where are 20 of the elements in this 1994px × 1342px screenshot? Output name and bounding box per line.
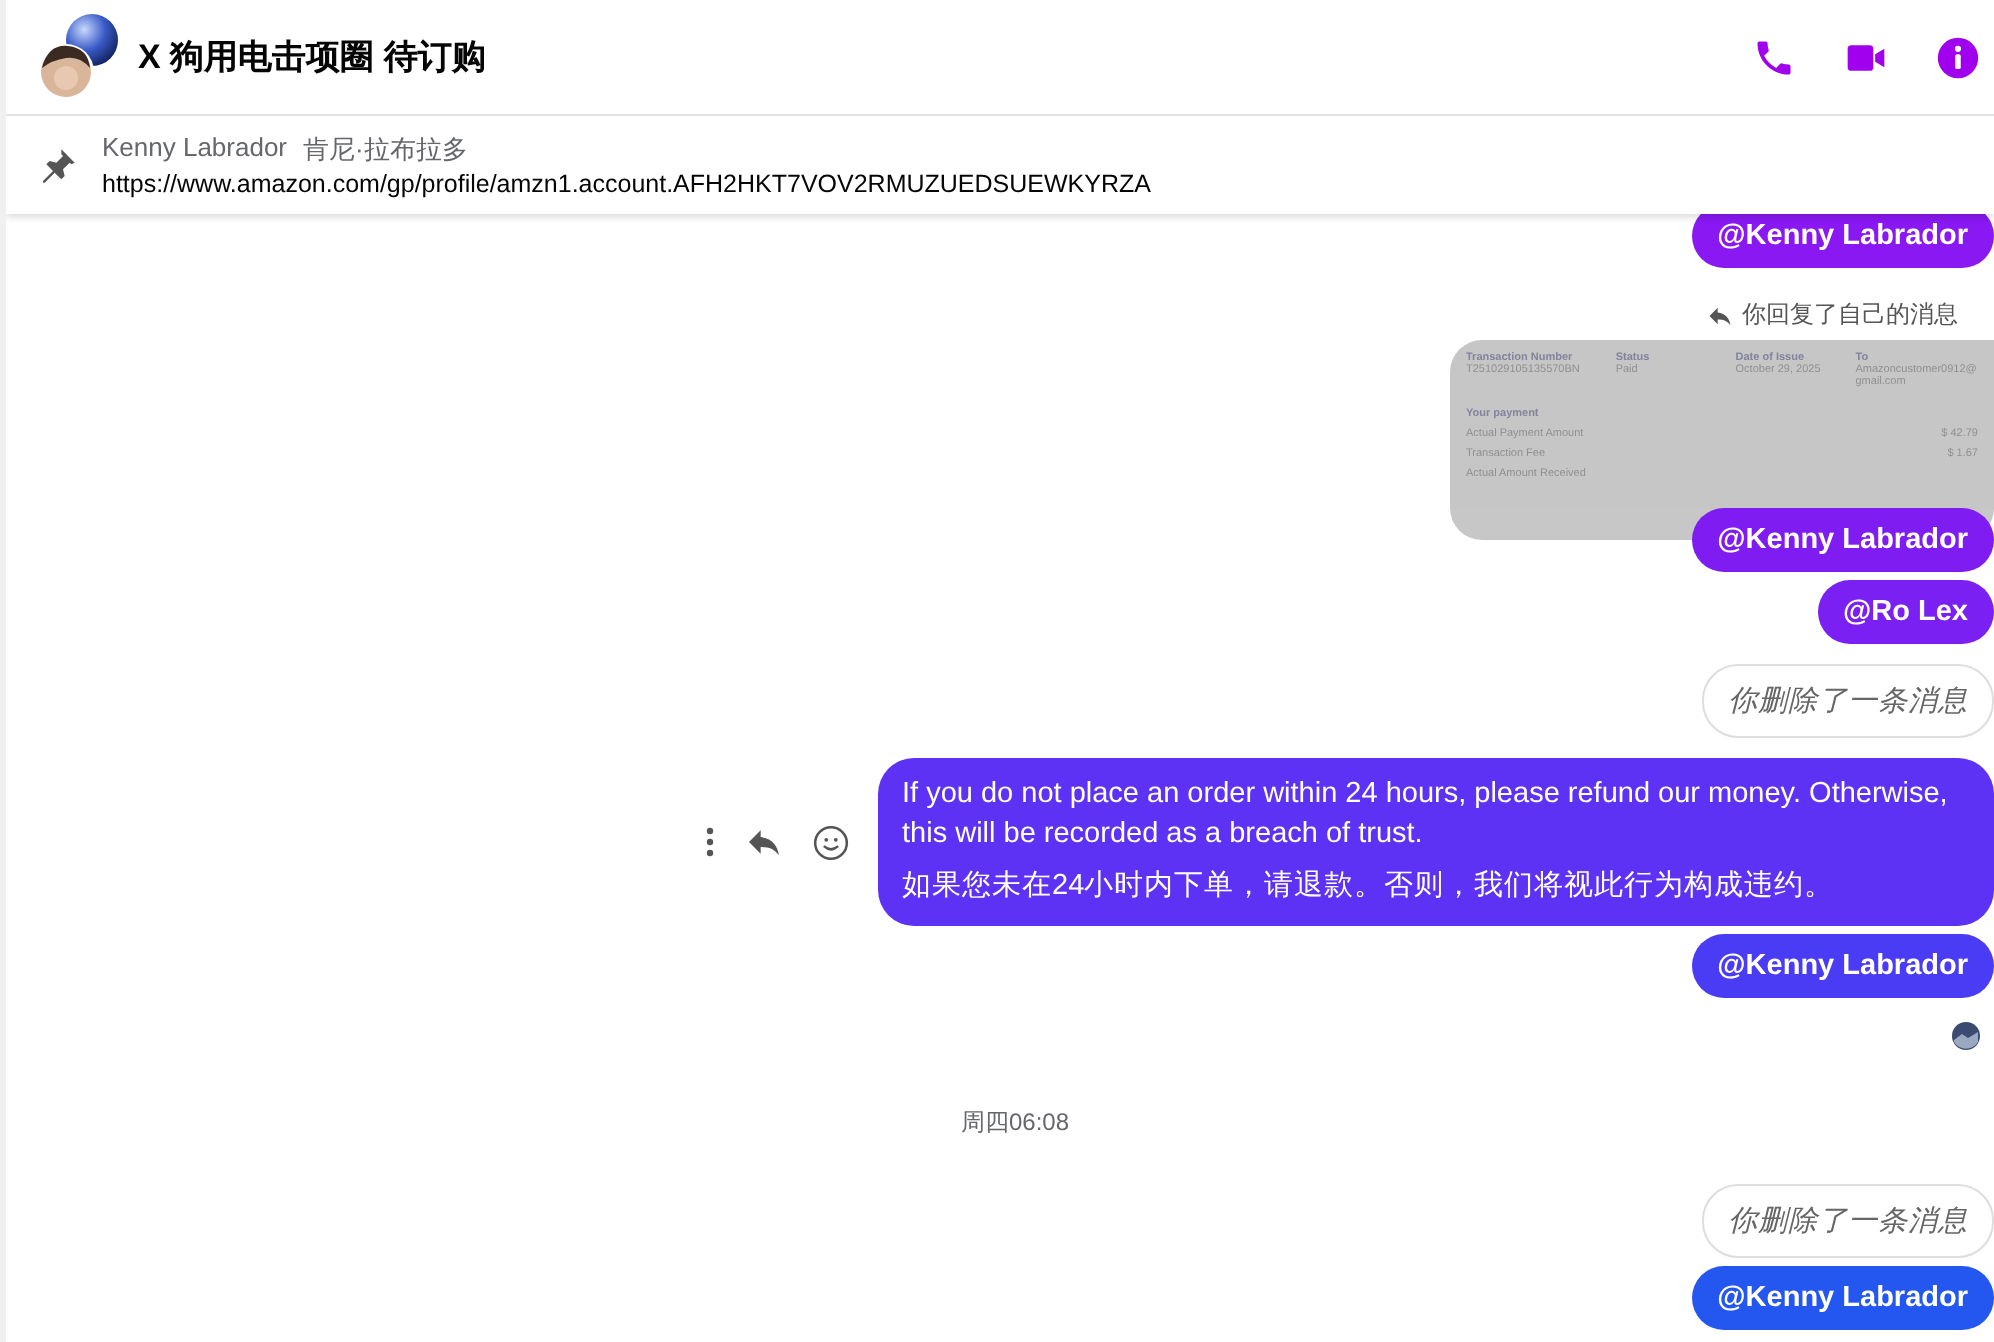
deleted-message: 你删除了一条消息 [1702,664,1994,738]
chat-title: X 狗用电击项圈 待订购 [138,36,486,80]
message-bubble[interactable]: @Ro Lex [1817,580,1994,644]
more-icon[interactable] [704,826,716,858]
pinned-sender: Kenny Labrador [102,132,288,166]
emoji-icon[interactable] [812,823,850,861]
message-bubble[interactable]: If you do not place an order within 24 hours, please refund our money. Otherwise, this will be recorded as a breach of trust. 如果您未在24小时内下单，请退款。否则，我们将视此行为构成违约。 [878,758,1994,926]
message-text: If you do not place an order within 24 hours, please refund our money. Otherwise, this will be recorded as a breach of trust. [902,776,1950,854]
pinned-sender: 肯尼·拉布拉多 [303,132,468,168]
message-text: 如果您未在24小时内下单，请退款。否则，我们将视此行为构成违约。 [902,868,1837,906]
reply-note: 你回复了自己的消息 [1742,298,1958,332]
message-bubble[interactable]: @Kenny Labrador [1691,1266,1994,1330]
deleted-message: 你删除了一条消息 [1702,1184,1994,1258]
pin-icon [38,145,78,185]
message-bubble[interactable]: @Kenny Labrador [1691,934,1994,998]
message-bubble[interactable]: @Kenny Labrador [1691,214,1994,268]
timestamp: 周四06:08 [960,1108,1070,1136]
seen-avatar [1952,1022,1980,1050]
message-bubble[interactable]: @Kenny Labrador [1691,508,1994,572]
pinned-message[interactable]: https://www.amazon.com/gp/profile/amzn1.account.AFH2HKT7VOV2RMUZUEDSUEWKYRZA [102,170,1151,198]
